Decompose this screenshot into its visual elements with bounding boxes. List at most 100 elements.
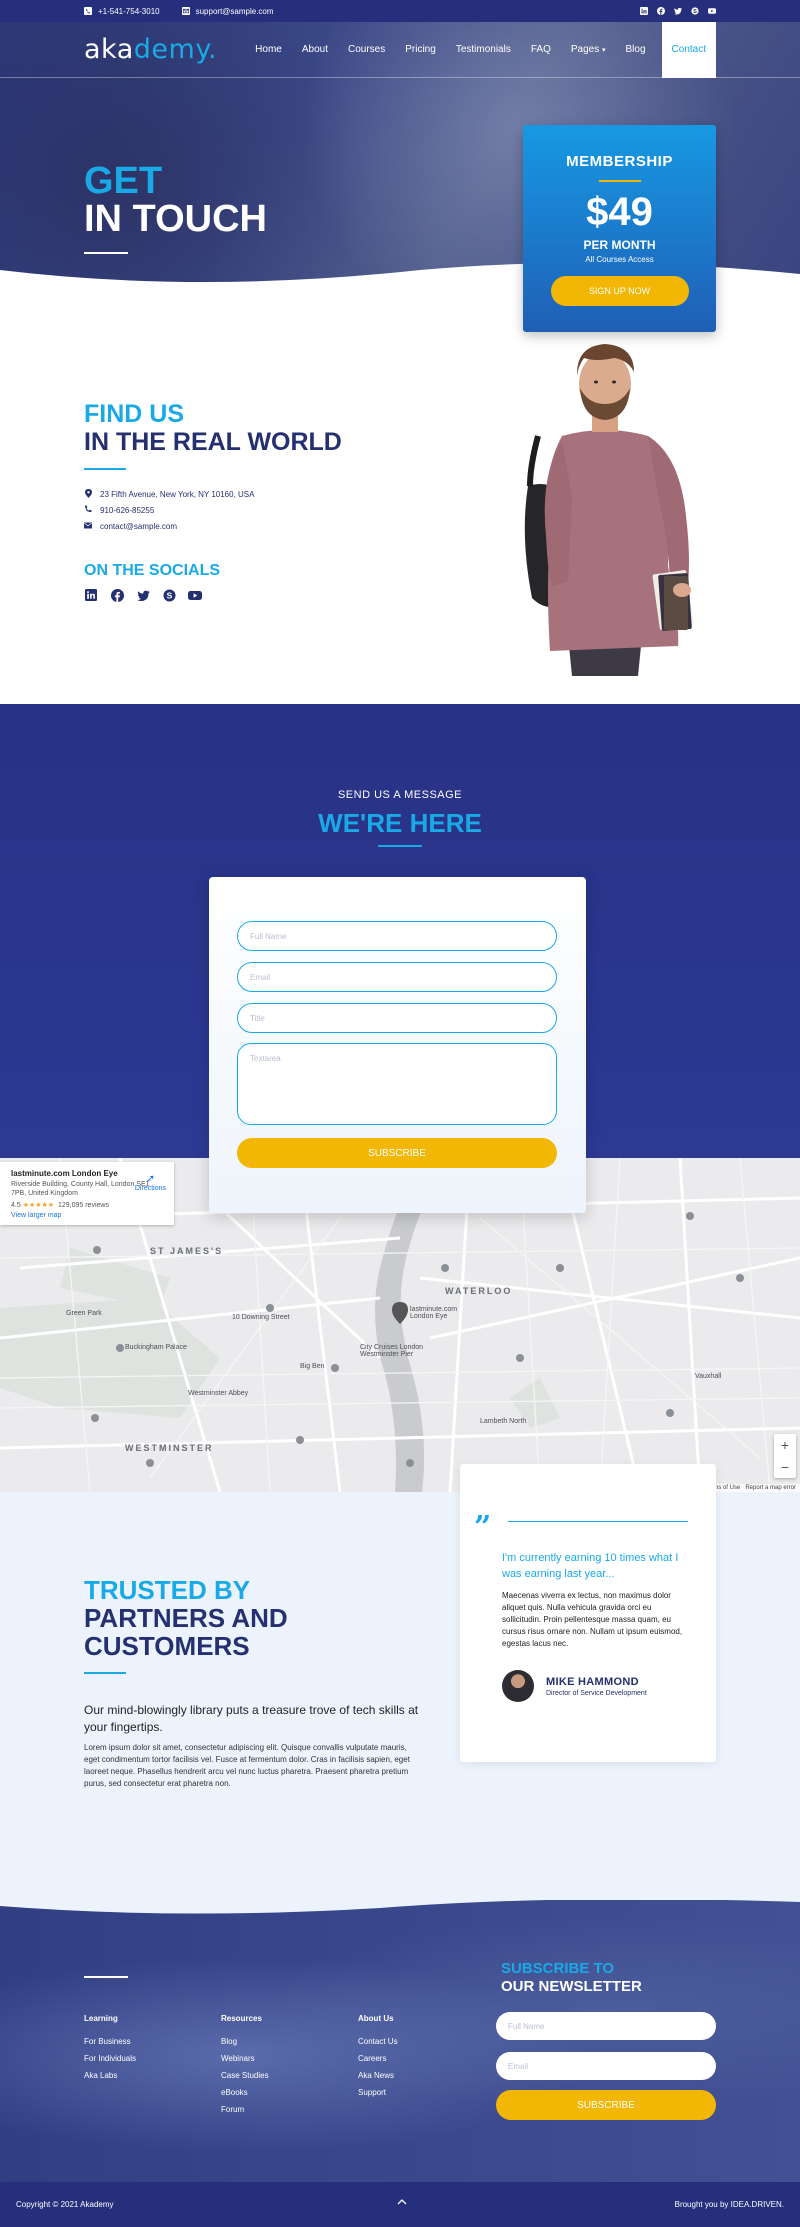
contact-email[interactable]: contact@sample.com (84, 518, 254, 534)
newsletter-line2: OUR NEWSLETTER (501, 1978, 642, 1995)
nav-testimonials[interactable]: Testimonials (446, 22, 521, 78)
membership-underline (598, 180, 641, 182)
avatar (502, 1670, 534, 1702)
footer-link[interactable]: Forum (221, 2105, 269, 2122)
map-label-st-james: ST JAMES'S (150, 1246, 224, 1256)
map-report-link[interactable]: Report a map error (745, 1485, 796, 1491)
footer-link[interactable]: Blog (221, 2037, 269, 2054)
map-label-westminster: WESTMINSTER (125, 1443, 214, 1453)
logo-accent: demy (133, 34, 208, 65)
student-photo (524, 344, 694, 676)
socials-row: S (84, 588, 202, 602)
footer-col-resources: Resources Blog Webinars Case Studies eBo… (221, 2014, 269, 2122)
directions-button[interactable]: ➚ Directions (135, 1172, 166, 1192)
nav-courses[interactable]: Courses (338, 22, 395, 78)
submit-button[interactable]: SUBSCRIBE (237, 1138, 557, 1168)
nav-home[interactable]: Home (245, 22, 292, 78)
footer-link[interactable]: eBooks (221, 2088, 269, 2105)
testimonial-card: ” I'm currently earning 10 times what I … (460, 1464, 716, 1762)
footer-link[interactable]: For Individuals (84, 2054, 136, 2071)
footer-link[interactable]: Aka News (358, 2071, 398, 2088)
footer-link[interactable]: Contact Us (358, 2037, 398, 2054)
testimonial-author: MIKE HAMMOND Director of Service Develop… (502, 1670, 686, 1702)
footer-col-learning: Learning For Business For Individuals Ak… (84, 2014, 136, 2088)
top-bar: +1-541-754-3010 support@sample.com S (0, 0, 800, 22)
email-input[interactable]: Email (237, 962, 557, 992)
map-rating: 4.5 ★★★★★ 129,095 reviews (11, 1201, 163, 1209)
zoom-in-icon[interactable]: + (774, 1434, 796, 1456)
nav-faq[interactable]: FAQ (521, 22, 561, 78)
contact-address: 23 Fifth Avenue, New York, NY 10160, USA (84, 486, 254, 502)
map-reviews[interactable]: 129,095 reviews (58, 1202, 109, 1209)
facebook-icon[interactable] (110, 588, 124, 602)
newsletter-title: SUBSCRIBE TO OUR NEWSLETTER (501, 1960, 642, 1996)
nav-contact[interactable]: Contact (661, 21, 716, 78)
sign-up-button[interactable]: SIGN UP NOW (550, 276, 689, 306)
twitter-icon[interactable] (136, 588, 150, 602)
message-subtitle: SEND US A MESSAGE (337, 789, 463, 801)
title-input[interactable]: Title (237, 1003, 557, 1033)
map-rating-stars: ★★★★★ (22, 1202, 55, 1209)
top-phone[interactable]: +1-541-754-3010 (84, 7, 160, 16)
top-email[interactable]: support@sample.com (181, 7, 274, 16)
main-nav: Home About Courses Pricing Testimonials … (245, 21, 716, 78)
footer-link[interactable]: For Business (84, 2037, 136, 2054)
nav-pages[interactable]: Pages ▾ (561, 22, 616, 78)
trusted-line3: CUSTOMERS (84, 1631, 250, 1661)
full-name-input[interactable]: Full Name (237, 921, 557, 951)
youtube-icon[interactable] (188, 588, 202, 602)
testimonial-body: Maecenas viverra ex lectus, non maximus … (502, 1591, 683, 1648)
footer-link[interactable]: Support (358, 2088, 398, 2105)
linkedin-icon[interactable] (84, 588, 98, 602)
chevron-up-icon[interactable] (396, 2196, 408, 2208)
map-zoom-controls: + − (774, 1434, 796, 1478)
map-label-vauxhall: Vauxhall (695, 1373, 722, 1380)
newsletter-email-input[interactable]: Email (496, 2052, 716, 2080)
map-label-westminster-abbey: Westminster Abbey (188, 1390, 249, 1397)
map-info-card: lastminute.com London Eye Riverside Buil… (0, 1162, 174, 1225)
map-label-city-cruises: City Cruises London Westminster Pier (360, 1344, 424, 1358)
footer-wave (0, 1900, 800, 1914)
footer-link[interactable]: Aka Labs (84, 2071, 136, 2088)
map-label-london-eye: lastminute.com London Eye (410, 1306, 458, 1320)
nav-pricing[interactable]: Pricing (395, 22, 446, 78)
phone-icon (84, 7, 92, 15)
map-pin-icon (84, 488, 92, 500)
footer-link[interactable]: Case Studies (221, 2071, 269, 2088)
author-role: Director of Service Development (546, 1689, 647, 1697)
hero-title-line2: IN TOUCH (84, 198, 267, 240)
contact-phone[interactable]: 910-626-85255 (84, 502, 254, 518)
map-label-buckingham: Buckingham Palace (125, 1344, 187, 1351)
contact-email-text: contact@sample.com (100, 521, 178, 531)
map-label-waterloo: WATERLOO (445, 1286, 513, 1296)
footer-link[interactable]: Careers (358, 2054, 398, 2071)
message-textarea[interactable]: Textarea (237, 1043, 557, 1125)
skype-icon[interactable]: S (162, 588, 176, 602)
newsletter-subscribe-button[interactable]: SUBSCRIBE (496, 2090, 716, 2120)
footer-rule (84, 1976, 128, 1978)
trusted-line2: PARTNERS AND (84, 1603, 288, 1633)
twitter-icon[interactable] (674, 7, 682, 15)
nav-blog[interactable]: Blog (616, 22, 656, 78)
zoom-out-icon[interactable]: − (774, 1456, 796, 1478)
map-label-green-park: Green Park (66, 1310, 102, 1317)
logo-main: aka (84, 34, 134, 65)
youtube-icon[interactable] (708, 7, 716, 15)
hero: akademy. Home About Courses Pricing Test… (0, 21, 800, 332)
footer-col-about: About Us Contact Us Careers Aka News Sup… (358, 2014, 398, 2105)
message-section: SEND US A MESSAGE WE'RE HERE Full Name E… (0, 704, 800, 1213)
footer-link[interactable]: Webinars (221, 2054, 269, 2071)
facebook-icon[interactable] (657, 7, 665, 15)
nav-pages-label: Pages (570, 44, 600, 55)
chevron-down-icon: ▾ (602, 46, 606, 54)
skype-icon[interactable]: S (691, 7, 699, 15)
newsletter-name-input[interactable]: Full Name (496, 2012, 716, 2040)
membership-title: MEMBERSHIP (566, 153, 673, 170)
linkedin-icon[interactable] (640, 7, 648, 15)
nav-about[interactable]: About (292, 22, 338, 78)
footer-col-title: About Us (358, 2014, 394, 2023)
view-larger-map-link[interactable]: View larger map (11, 1212, 163, 1219)
logo[interactable]: akademy. (84, 34, 217, 65)
map-label-downing: 10 Downing Street (232, 1314, 290, 1321)
membership-access: All Courses Access (585, 255, 654, 264)
